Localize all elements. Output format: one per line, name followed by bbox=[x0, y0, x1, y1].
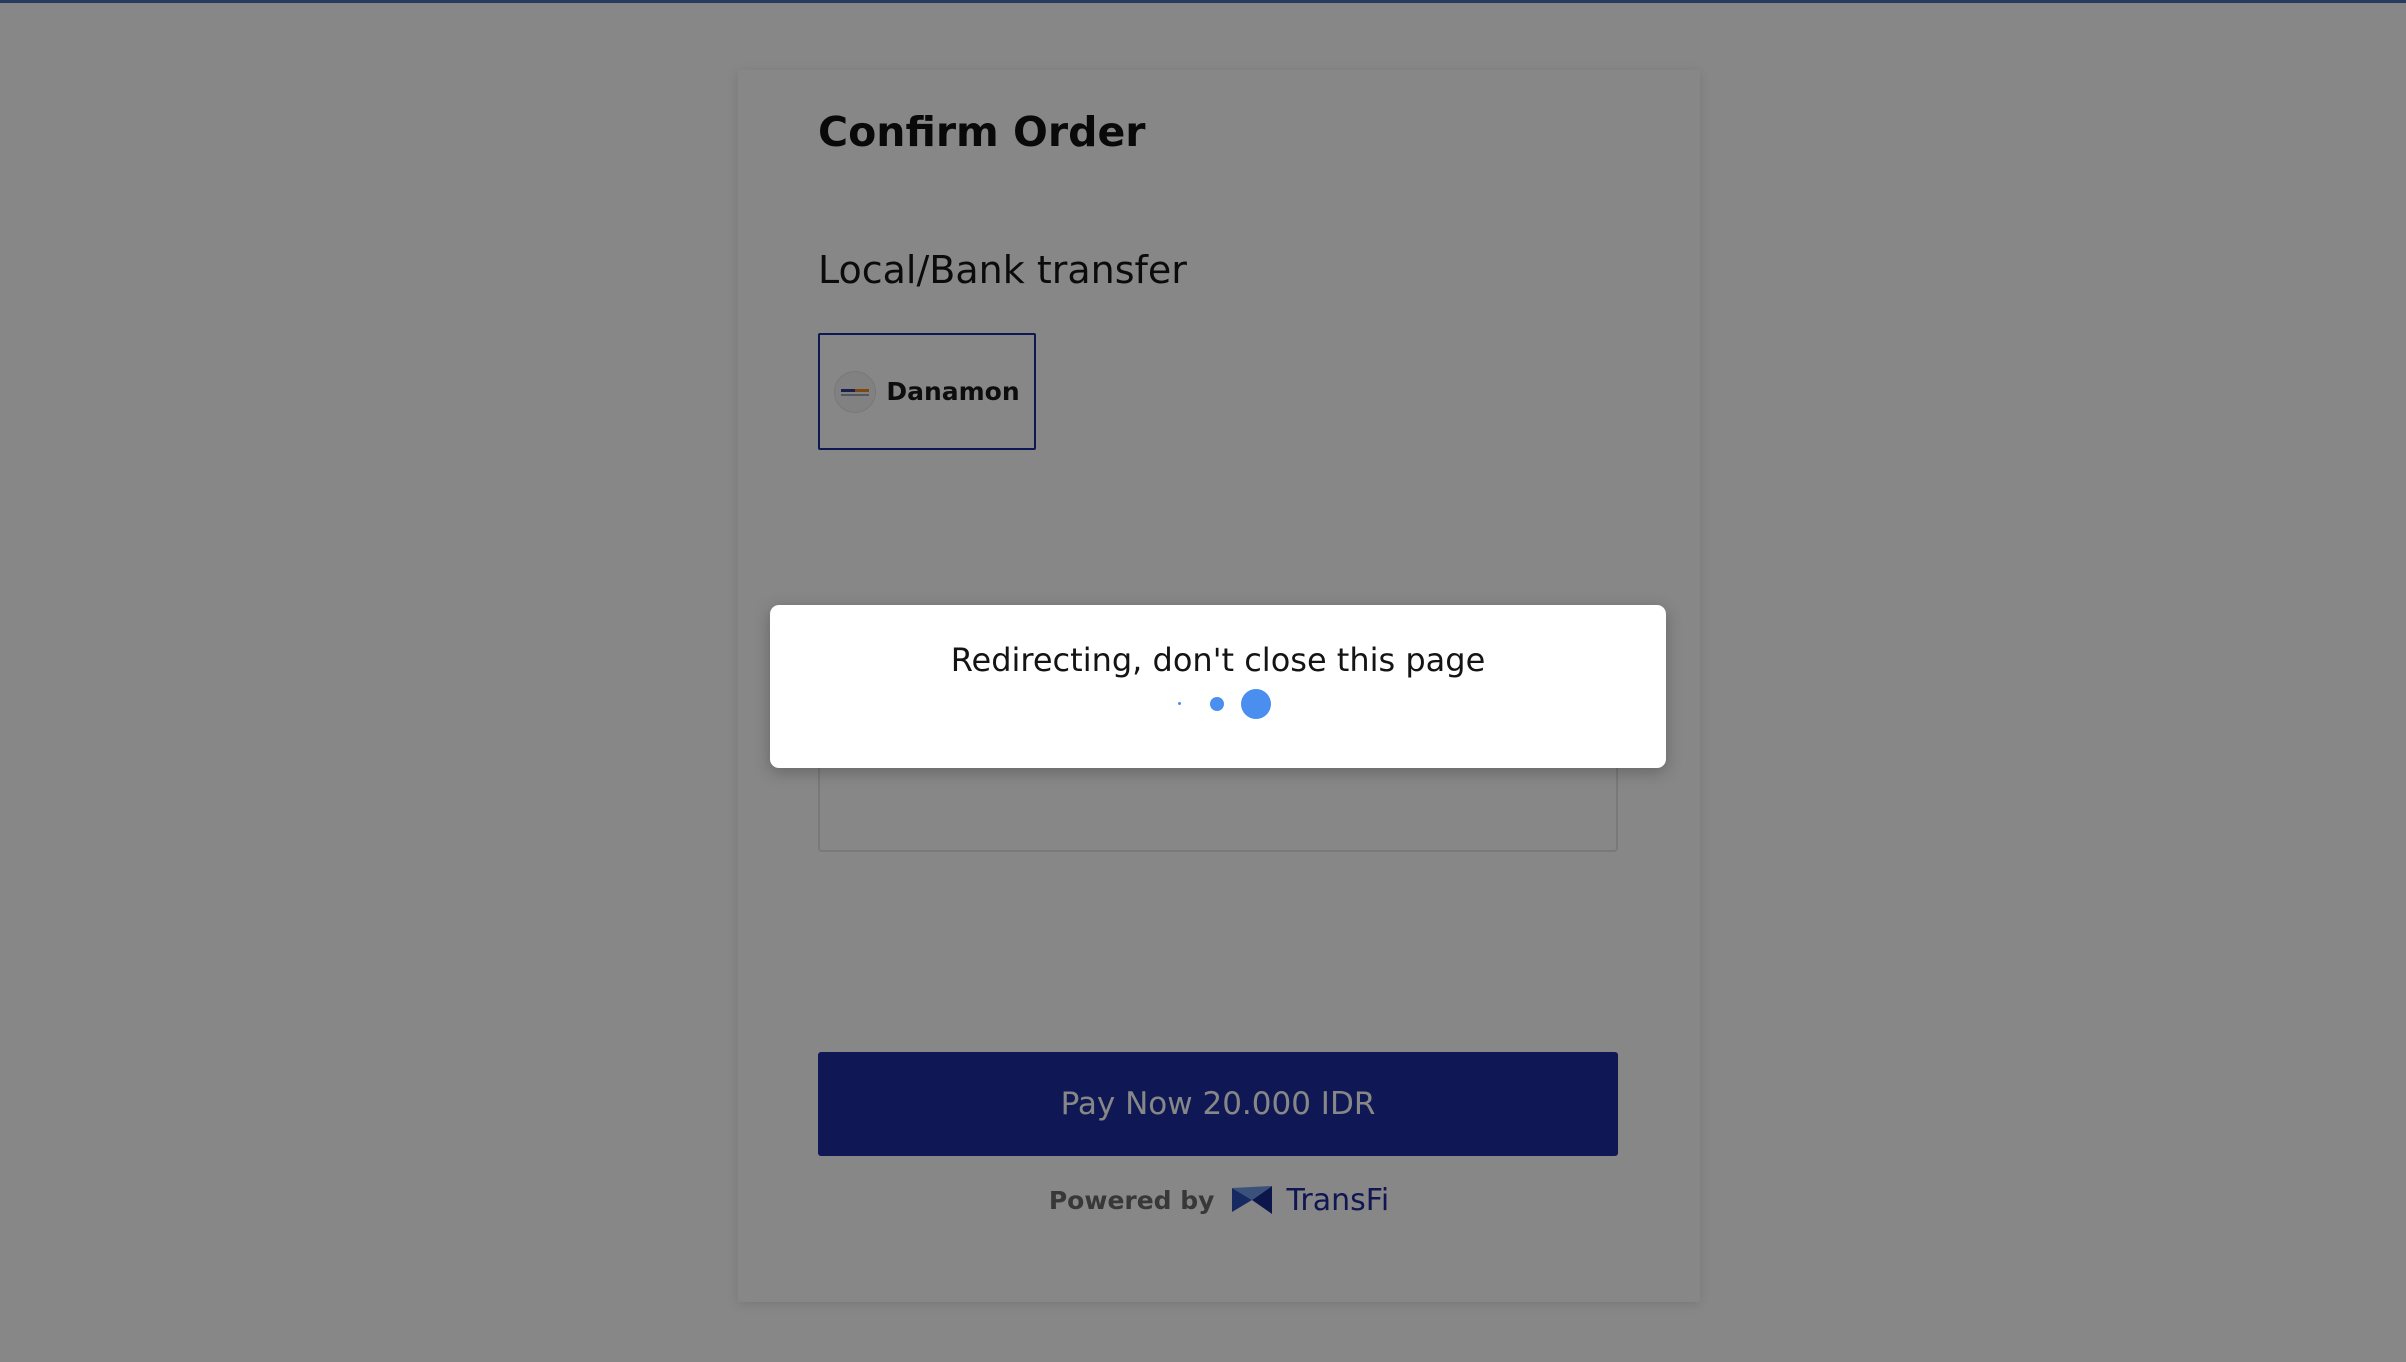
redirect-modal: Redirecting, don't close this page bbox=[770, 605, 1666, 768]
redirect-message: Redirecting, don't close this page bbox=[950, 641, 1486, 679]
loader-dot-large bbox=[1241, 689, 1271, 719]
loader-dot-small bbox=[1178, 702, 1181, 705]
loading-dots-icon bbox=[770, 687, 1666, 721]
loader-dot-medium bbox=[1210, 697, 1224, 711]
